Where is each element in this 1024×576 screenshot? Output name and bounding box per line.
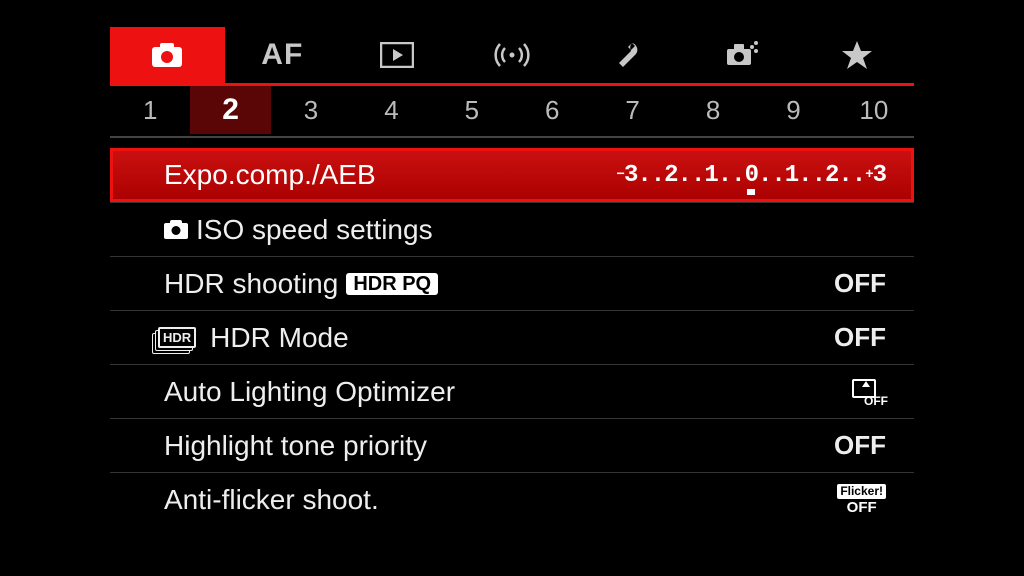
- menu-label: HDR shooting HDR PQ: [164, 268, 438, 300]
- menu-label: HDR HDR Mode: [164, 322, 349, 354]
- page-4[interactable]: 4: [351, 86, 431, 134]
- page-2[interactable]: 2: [190, 86, 270, 134]
- tab-custom[interactable]: [684, 27, 799, 83]
- menu-label-text: HDR shooting: [164, 268, 338, 300]
- menu-label: Expo.comp./AEB: [164, 159, 376, 191]
- tab-wireless[interactable]: [455, 27, 570, 83]
- star-icon: [841, 39, 873, 71]
- camera-icon: [152, 43, 182, 67]
- af-icon: AF: [261, 38, 303, 72]
- play-icon: [380, 42, 414, 68]
- menu-auto-lighting-optimizer[interactable]: Auto Lighting Optimizer OFF: [110, 364, 914, 418]
- menu-list: Expo.comp./AEB −3..2..1..0..1..2..+3 ISO…: [110, 148, 914, 526]
- hdr-pq-badge: HDR PQ: [346, 273, 438, 295]
- flicker-off-icon: Flicker! OFF: [837, 484, 886, 514]
- page-1[interactable]: 1: [110, 86, 190, 134]
- page-8[interactable]: 8: [673, 86, 753, 134]
- menu-expo-comp-aeb[interactable]: Expo.comp./AEB −3..2..1..0..1..2..+3: [110, 148, 914, 202]
- tab-shoot[interactable]: [110, 27, 225, 83]
- menu-highlight-tone-priority[interactable]: Highlight tone priority OFF: [110, 418, 914, 472]
- tab-mymenu[interactable]: [799, 27, 914, 83]
- antenna-icon: [494, 40, 530, 70]
- page-5[interactable]: 5: [432, 86, 512, 134]
- page-7[interactable]: 7: [592, 86, 672, 134]
- menu-label-text: HDR Mode: [210, 322, 348, 354]
- tab-af[interactable]: AF: [225, 27, 340, 83]
- menu-value: Flicker! OFF: [837, 484, 886, 514]
- menu-value: OFF: [852, 379, 886, 405]
- page-3[interactable]: 3: [271, 86, 351, 134]
- tab-setup[interactable]: [569, 27, 684, 83]
- page-10[interactable]: 10: [834, 86, 914, 134]
- menu-anti-flicker-shoot[interactable]: Anti-flicker shoot. Flicker! OFF: [110, 472, 914, 526]
- alo-off-icon: OFF: [852, 379, 886, 405]
- menu-label: ISO speed settings: [164, 214, 433, 246]
- menu-value: OFF: [834, 268, 886, 299]
- camera-small-icon: [164, 220, 188, 239]
- menu-label-text: ISO speed settings: [196, 214, 433, 246]
- menu-label: Highlight tone priority: [164, 430, 427, 462]
- menu-value: OFF: [834, 322, 886, 353]
- page-divider: [110, 136, 914, 138]
- wrench-icon: [612, 40, 642, 70]
- expo-scale: −3..2..1..0..1..2..+3: [617, 162, 886, 189]
- hdr-stack-icon: HDR: [158, 327, 196, 348]
- tab-playback[interactable]: [340, 27, 455, 83]
- menu-hdr-mode[interactable]: HDR HDR Mode OFF: [110, 310, 914, 364]
- top-tab-bar: AF: [110, 27, 914, 83]
- custom-camera-icon: [725, 41, 759, 69]
- page-number-row: 1 2 3 4 5 6 7 8 9 10: [110, 86, 914, 134]
- menu-label: Auto Lighting Optimizer: [164, 376, 455, 408]
- menu-iso-speed-settings[interactable]: ISO speed settings: [110, 202, 914, 256]
- menu-value: OFF: [834, 430, 886, 461]
- page-6[interactable]: 6: [512, 86, 592, 134]
- page-9[interactable]: 9: [753, 86, 833, 134]
- camera-menu-screen: AF 1 2 3 4 5 6 7 8 9 10 Expo.com: [110, 27, 914, 549]
- menu-hdr-shooting[interactable]: HDR shooting HDR PQ OFF: [110, 256, 914, 310]
- menu-label: Anti-flicker shoot.: [164, 484, 379, 516]
